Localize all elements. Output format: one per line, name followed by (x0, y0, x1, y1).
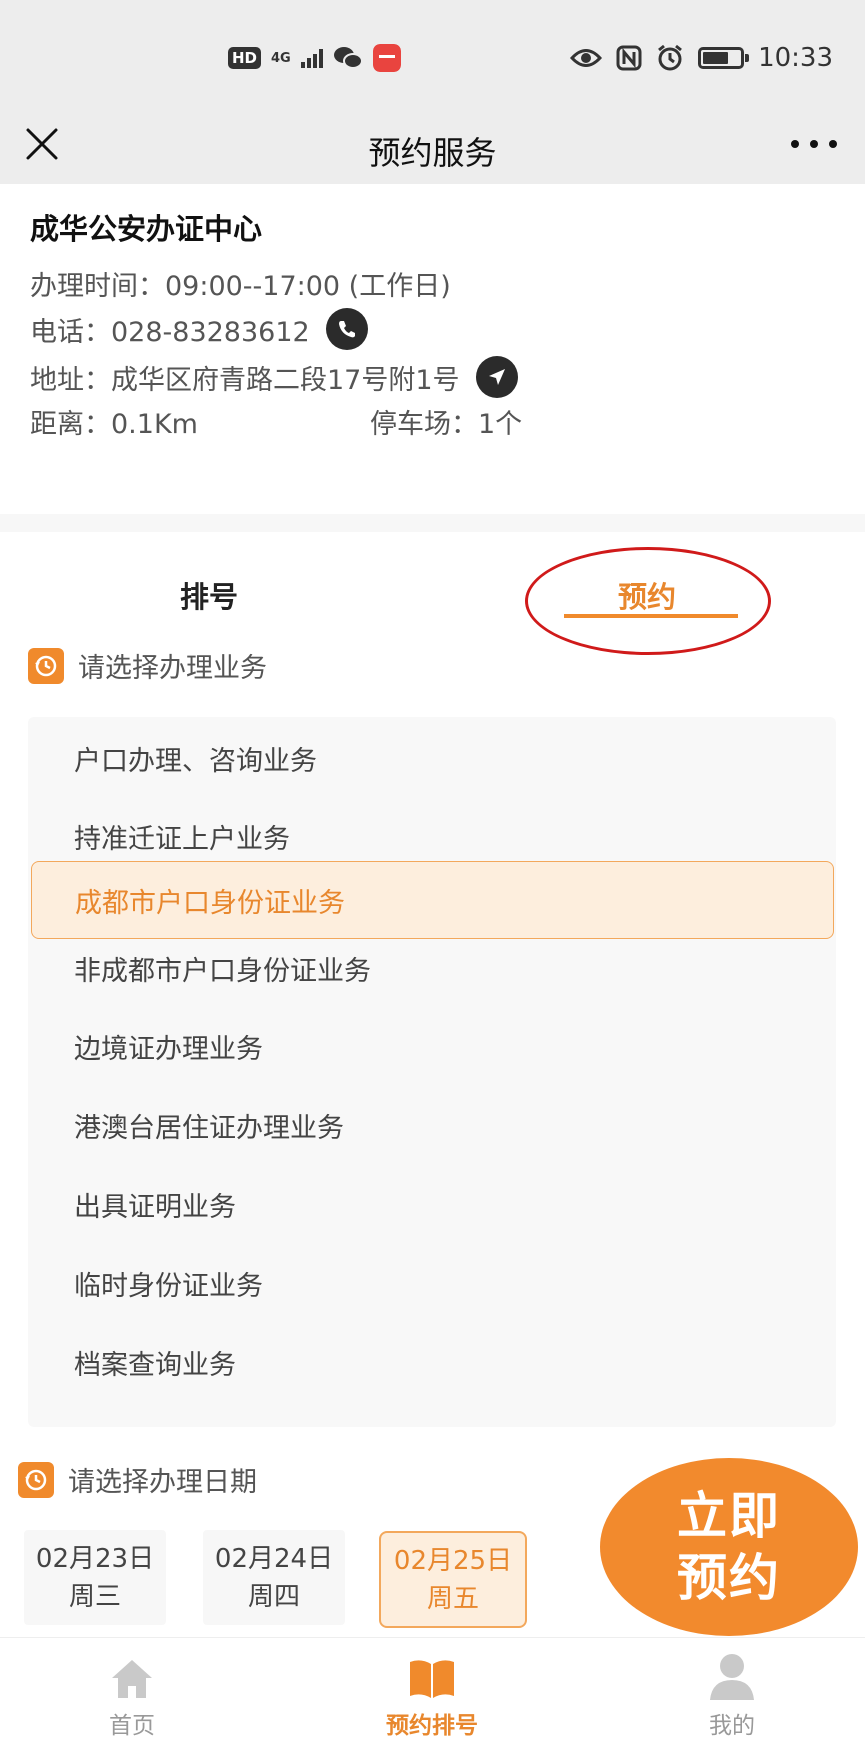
office-info-card: 成华公安办证中心 办理时间：09:00--17:00 (工作日) 电话：028-… (0, 184, 865, 514)
app-notification-icon (372, 44, 401, 72)
office-address-text: 地址：成华区府青路二段17号附1号 (30, 364, 460, 396)
date-option[interactable]: 02月23日 周三 (24, 1530, 166, 1625)
more-icon[interactable] (791, 124, 837, 164)
tab-queue[interactable]: 排号 (180, 574, 238, 616)
nfc-icon (616, 45, 642, 71)
service-item[interactable]: 临时身份证业务 (28, 1244, 836, 1322)
phone-icon[interactable] (325, 308, 368, 350)
service-item-selected[interactable]: 成都市户口身份证业务 (31, 861, 834, 939)
status-bar: HD 4G 10:33 (0, 0, 865, 110)
bottom-tab-mine[interactable]: 我的 (652, 1650, 812, 1740)
signal-icon (300, 48, 323, 68)
office-distance-text: 距离：0.1Km (30, 409, 198, 440)
date-section-title: 请选择办理日期 (68, 1467, 257, 1498)
user-icon (704, 1650, 760, 1700)
hd-badge: HD (228, 47, 262, 69)
status-right: 10:33 (570, 38, 833, 78)
bottom-tab-bar: 首页 预约排号 我的 (0, 1637, 865, 1742)
office-phone-text: 电话：028-83283612 (30, 316, 310, 348)
bottom-tab-booking[interactable]: 预约排号 (352, 1650, 512, 1740)
service-section-title: 请选择办理业务 (78, 653, 267, 684)
office-parking: 停车场：1个 (370, 409, 523, 440)
office-phone: 电话：028-83283612 (30, 308, 368, 350)
home-icon (104, 1650, 160, 1700)
clock-history-icon (28, 647, 64, 684)
nav-bar: 预约服务 (0, 110, 865, 184)
bottom-tab-home[interactable]: 首页 (52, 1650, 212, 1740)
service-item[interactable]: 非成都市户口身份证业务 (28, 929, 836, 1007)
network-type: 4G (271, 50, 291, 66)
office-hours-text: 办理时间：09:00--17:00 (工作日) (30, 271, 451, 302)
navigation-icon[interactable] (475, 356, 518, 398)
service-item[interactable]: 边境证办理业务 (28, 1007, 836, 1085)
status-left: HD 4G (228, 40, 401, 76)
page-title: 预约服务 (368, 134, 497, 172)
clock: 10:33 (758, 43, 833, 73)
service-item[interactable]: 户口办理、咨询业务 (28, 719, 836, 797)
alarm-icon (658, 44, 682, 71)
eye-icon (570, 49, 603, 67)
wechat-icon (333, 47, 363, 69)
date-option-selected[interactable]: 02月25日 周五 (379, 1531, 527, 1628)
office-name: 成华公安办证中心 (30, 212, 263, 246)
office-address: 地址：成华区府青路二段17号附1号 (30, 356, 518, 398)
book-now-button[interactable]: 立即 预约 (600, 1458, 858, 1636)
battery-icon (698, 47, 750, 69)
book-icon (404, 1650, 460, 1700)
service-section-header: 请选择办理业务 (28, 646, 267, 685)
office-distance: 距离：0.1Km (30, 402, 198, 441)
service-item[interactable]: 港澳台居住证办理业务 (28, 1086, 836, 1164)
date-section-header: 请选择办理日期 (18, 1460, 257, 1499)
date-option[interactable]: 02月24日 周四 (203, 1530, 345, 1625)
service-list: 户口办理、咨询业务 持准迁证上户业务 成都市户口身份证业务 非成都市户口身份证业… (28, 717, 836, 1427)
office-hours: 办理时间：09:00--17:00 (工作日) (30, 264, 451, 303)
clock-history-icon (18, 1461, 54, 1498)
service-item[interactable]: 档案查询业务 (28, 1323, 836, 1401)
annotation-circle (525, 547, 771, 655)
service-item[interactable]: 出具证明业务 (28, 1165, 836, 1243)
